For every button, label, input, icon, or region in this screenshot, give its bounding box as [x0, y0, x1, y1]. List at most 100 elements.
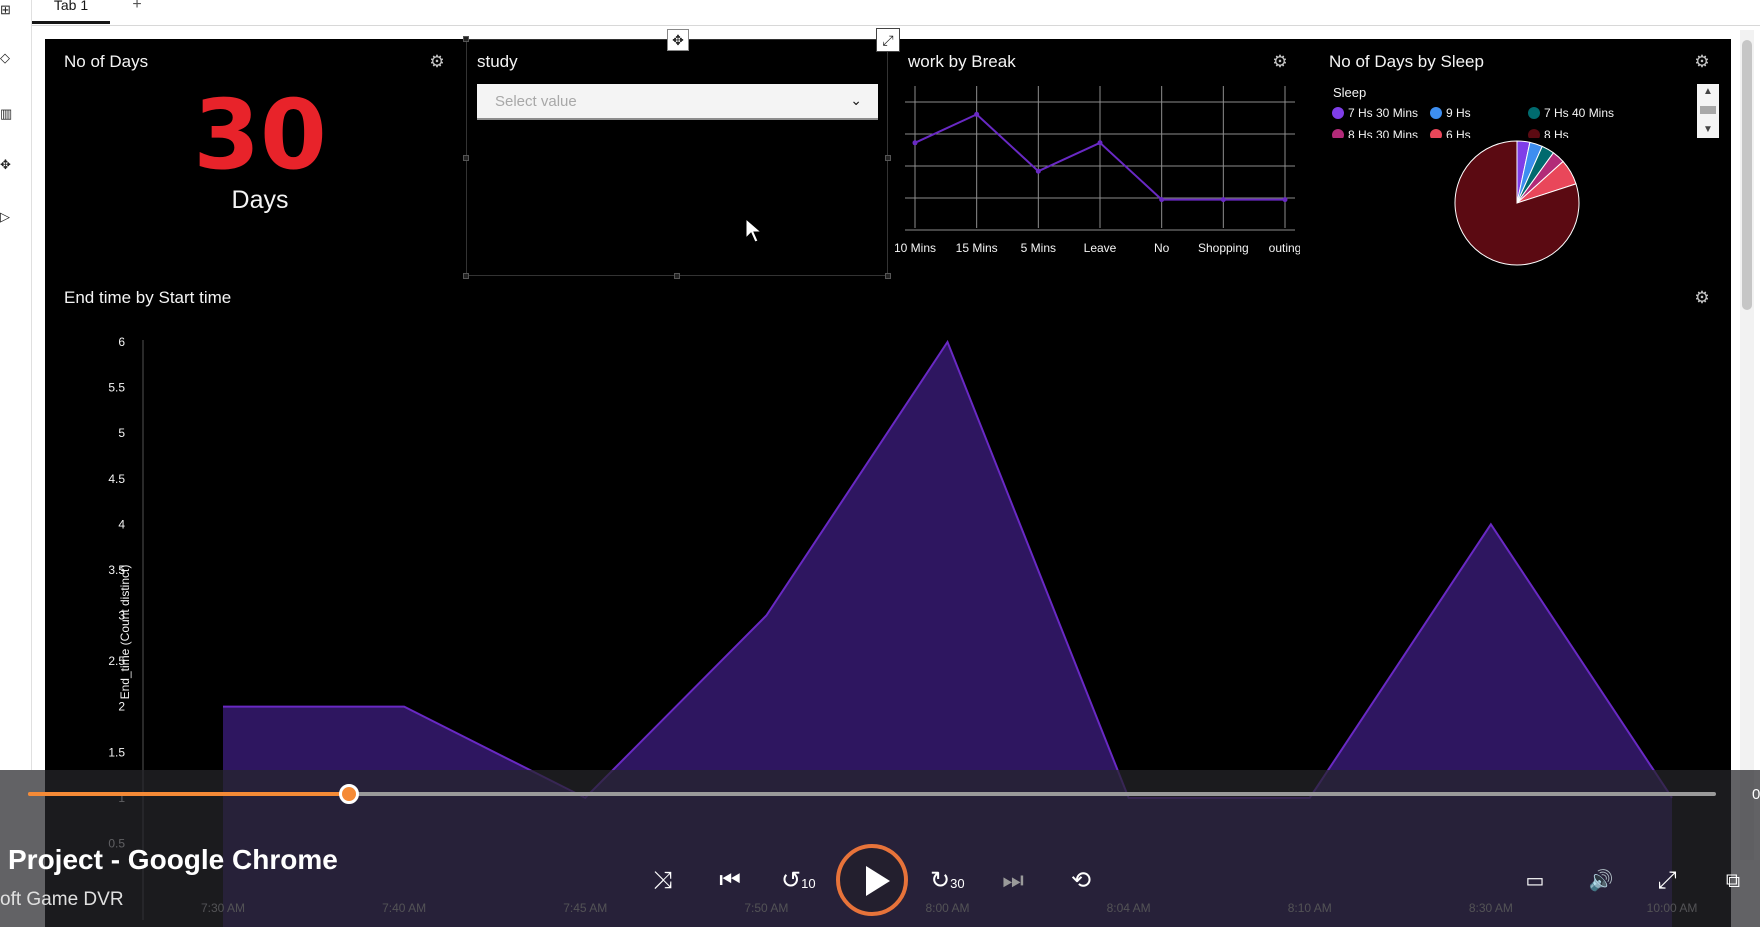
legend-item[interactable]: 8 Hs	[1528, 128, 1569, 138]
left-toolbar: ⊞ ◇ ▥ ✥ ▷	[0, 0, 32, 770]
line-point	[1159, 197, 1165, 203]
scroll-up-icon[interactable]: ▲	[1697, 84, 1719, 100]
y-tick-label: 2.5	[108, 654, 125, 668]
y-tick-label: 4	[118, 517, 125, 531]
legend-item[interactable]: 7 Hs 40 Mins	[1528, 106, 1614, 120]
captions-icon[interactable]: ▭	[1520, 866, 1550, 896]
pie-settings-icon[interactable]: ⚙	[1693, 53, 1711, 71]
line-point	[912, 140, 918, 146]
resize-handle-s[interactable]	[674, 273, 680, 279]
move-handle-icon[interactable]: ✥	[667, 29, 689, 51]
y-tick-label: 5	[118, 426, 125, 440]
pie-widget-title: No of Days by Sleep	[1329, 52, 1484, 71]
study-title: study	[477, 52, 518, 71]
resize-handle-nw[interactable]	[463, 36, 469, 42]
player-subtitle: oft Game DVR	[0, 889, 124, 910]
repeat-icon[interactable]: ⟲	[1066, 866, 1096, 896]
play-icon	[866, 866, 890, 896]
line-point	[1220, 197, 1226, 203]
legend-scrollbar[interactable]: ▲ ▼	[1697, 84, 1719, 138]
study-select[interactable]: Select value ⌄	[477, 84, 878, 120]
pie-legend: 7 Hs 30 Mins 9 Hs 7 Hs 40 Mins 8 Hs 30 M…	[1330, 104, 1690, 138]
legend-item[interactable]: 8 Hs 30 Mins	[1332, 128, 1418, 138]
pie-chart	[1454, 140, 1580, 266]
study-widget-frame[interactable]	[466, 39, 888, 276]
line-point	[1282, 197, 1288, 203]
x-tick-label: Leave	[1084, 241, 1117, 255]
volume-icon[interactable]: 🔊	[1586, 866, 1616, 896]
legend-swatch	[1332, 107, 1344, 119]
play-icon[interactable]: ▷	[0, 209, 14, 225]
y-tick-label: 4.5	[108, 472, 125, 486]
skip-back-button[interactable]: ↺10	[781, 866, 816, 899]
legend-swatch	[1430, 129, 1442, 138]
y-tick-label: 1.5	[108, 745, 125, 759]
x-tick-label: 15 Mins	[956, 241, 998, 255]
pin-icon[interactable]: ◇	[0, 50, 14, 66]
kpi-title: No of Days	[64, 52, 149, 71]
bar-chart-icon[interactable]: ▥	[0, 106, 14, 122]
x-tick-label: No	[1154, 241, 1170, 255]
seek-bar-progress	[28, 792, 349, 796]
y-tick-label: 3	[118, 609, 125, 623]
data-tree-icon[interactable]: ⊞	[0, 2, 14, 18]
next-icon[interactable]: ⏭	[998, 866, 1028, 896]
legend-swatch	[1430, 107, 1442, 119]
pie-legend-title: Sleep	[1333, 85, 1367, 100]
expand-icon[interactable]: ⤢	[876, 28, 900, 52]
area-widget-title: End time by Start time	[64, 288, 232, 307]
resize-handle-sw[interactable]	[463, 273, 469, 279]
seek-knob[interactable]	[338, 784, 359, 804]
link-icon[interactable]: ✥	[0, 157, 14, 173]
x-tick-label: Shopping	[1198, 241, 1249, 255]
fullscreen-icon[interactable]: ⤢	[1652, 866, 1682, 896]
kpi-value: 30	[193, 79, 327, 191]
player-title: Project - Google Chrome	[8, 844, 338, 875]
y-tick-label: 6	[118, 335, 125, 349]
resize-handle-e[interactable]	[885, 155, 891, 161]
skip-forward-label: 30	[950, 876, 965, 891]
legend-label: 9 Hs	[1446, 106, 1471, 120]
scroll-down-icon[interactable]: ▼	[1697, 122, 1719, 138]
x-tick-label: outing	[1269, 241, 1300, 255]
miniplayer-icon[interactable]: ⧉	[1718, 866, 1748, 896]
line-point	[1097, 140, 1103, 146]
add-tab-button[interactable]: +	[128, 0, 146, 14]
legend-item[interactable]: 6 Hs	[1430, 128, 1471, 138]
y-tick-label: 3.5	[108, 563, 125, 577]
area-settings-icon[interactable]: ⚙	[1693, 289, 1711, 307]
legend-label: 6 Hs	[1446, 128, 1471, 138]
resize-handle-se[interactable]	[885, 273, 891, 279]
legend-label: 7 Hs 30 Mins	[1348, 106, 1419, 120]
legend-swatch	[1332, 129, 1344, 138]
tab-strip: Tab 1 +	[32, 0, 1760, 26]
y-tick-label: 2	[118, 700, 125, 714]
y-tick-label: 5.5	[108, 381, 125, 395]
legend-item[interactable]: 9 Hs	[1430, 106, 1471, 120]
chevron-down-icon: ⌄	[850, 92, 862, 108]
legend-label: 8 Hs 30 Mins	[1348, 128, 1419, 138]
legend-label: 8 Hs	[1544, 128, 1569, 138]
canvas-scrollbar[interactable]	[1740, 30, 1754, 860]
line-point	[974, 111, 980, 117]
play-button[interactable]	[836, 844, 908, 916]
mouse-cursor-icon	[745, 218, 763, 243]
shuffle-icon[interactable]: ⤨	[648, 866, 678, 896]
skip-back-icon: ↺	[781, 867, 802, 894]
skip-back-label: 10	[801, 876, 816, 891]
skip-forward-button[interactable]: ↻30	[930, 866, 965, 899]
previous-icon[interactable]: ⏮	[715, 866, 745, 896]
x-tick-label: 5 Mins	[1021, 241, 1056, 255]
tab-1[interactable]: Tab 1	[32, 0, 110, 24]
line-settings-icon[interactable]: ⚙	[1271, 53, 1289, 71]
resize-handle-w[interactable]	[463, 155, 469, 161]
time-remaining: 0	[1752, 786, 1760, 803]
legend-scroll-thumb[interactable]	[1700, 106, 1716, 114]
line-point	[1035, 168, 1041, 174]
screen: ⊞ ◇ ▥ ✥ ▷ Tab 1 + No of Days ⚙ 30 Days s…	[0, 0, 1760, 927]
kpi-settings-icon[interactable]: ⚙	[428, 53, 446, 71]
canvas-scrollbar-thumb[interactable]	[1742, 40, 1752, 310]
study-select-placeholder: Select value	[495, 93, 577, 110]
legend-label: 7 Hs 40 Mins	[1544, 106, 1615, 120]
legend-item[interactable]: 7 Hs 30 Mins	[1332, 106, 1418, 120]
